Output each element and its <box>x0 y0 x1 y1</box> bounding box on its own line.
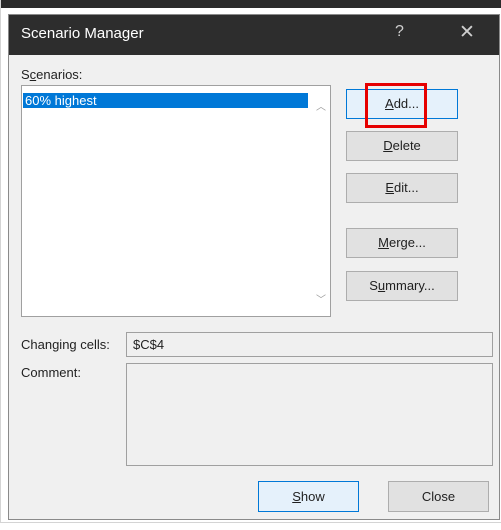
scroll-down-icon[interactable]: ﹀ <box>316 291 326 306</box>
close-icon[interactable]: ✕ <box>459 21 475 44</box>
help-icon[interactable]: ? <box>395 23 404 41</box>
changing-cells-field: $C$4 <box>126 332 493 357</box>
comment-field <box>126 363 493 466</box>
delete-button[interactable]: Delete <box>346 131 458 161</box>
edit-button[interactable]: Edit... <box>346 173 458 203</box>
dialog-title: Scenario Manager <box>21 25 144 42</box>
scenario-list-item[interactable]: 60% highest <box>23 93 308 108</box>
close-button[interactable]: Close <box>388 481 489 512</box>
spreadsheet-gridline <box>0 0 1 529</box>
add-button[interactable]: Add... <box>346 89 458 119</box>
comment-label: Comment: <box>21 365 81 380</box>
scenarios-label: Scenarios: <box>21 67 83 82</box>
summary-button[interactable]: Summary... <box>346 271 458 301</box>
spreadsheet-background-strip <box>0 0 501 8</box>
dialog-titlebar: Scenario Manager ? ✕ <box>9 15 499 55</box>
listbox-scrollbar[interactable]: ︿ ﹀ <box>312 86 330 316</box>
merge-button[interactable]: Merge... <box>346 228 458 258</box>
changing-cells-label: Changing cells: <box>21 337 110 352</box>
scenarios-listbox[interactable]: 60% highest ︿ ﹀ <box>21 85 331 317</box>
scenario-manager-dialog: Scenario Manager ? ✕ Scenarios: 60% high… <box>8 14 500 520</box>
show-button[interactable]: Show <box>258 481 359 512</box>
scroll-up-icon[interactable]: ︿ <box>316 98 326 113</box>
